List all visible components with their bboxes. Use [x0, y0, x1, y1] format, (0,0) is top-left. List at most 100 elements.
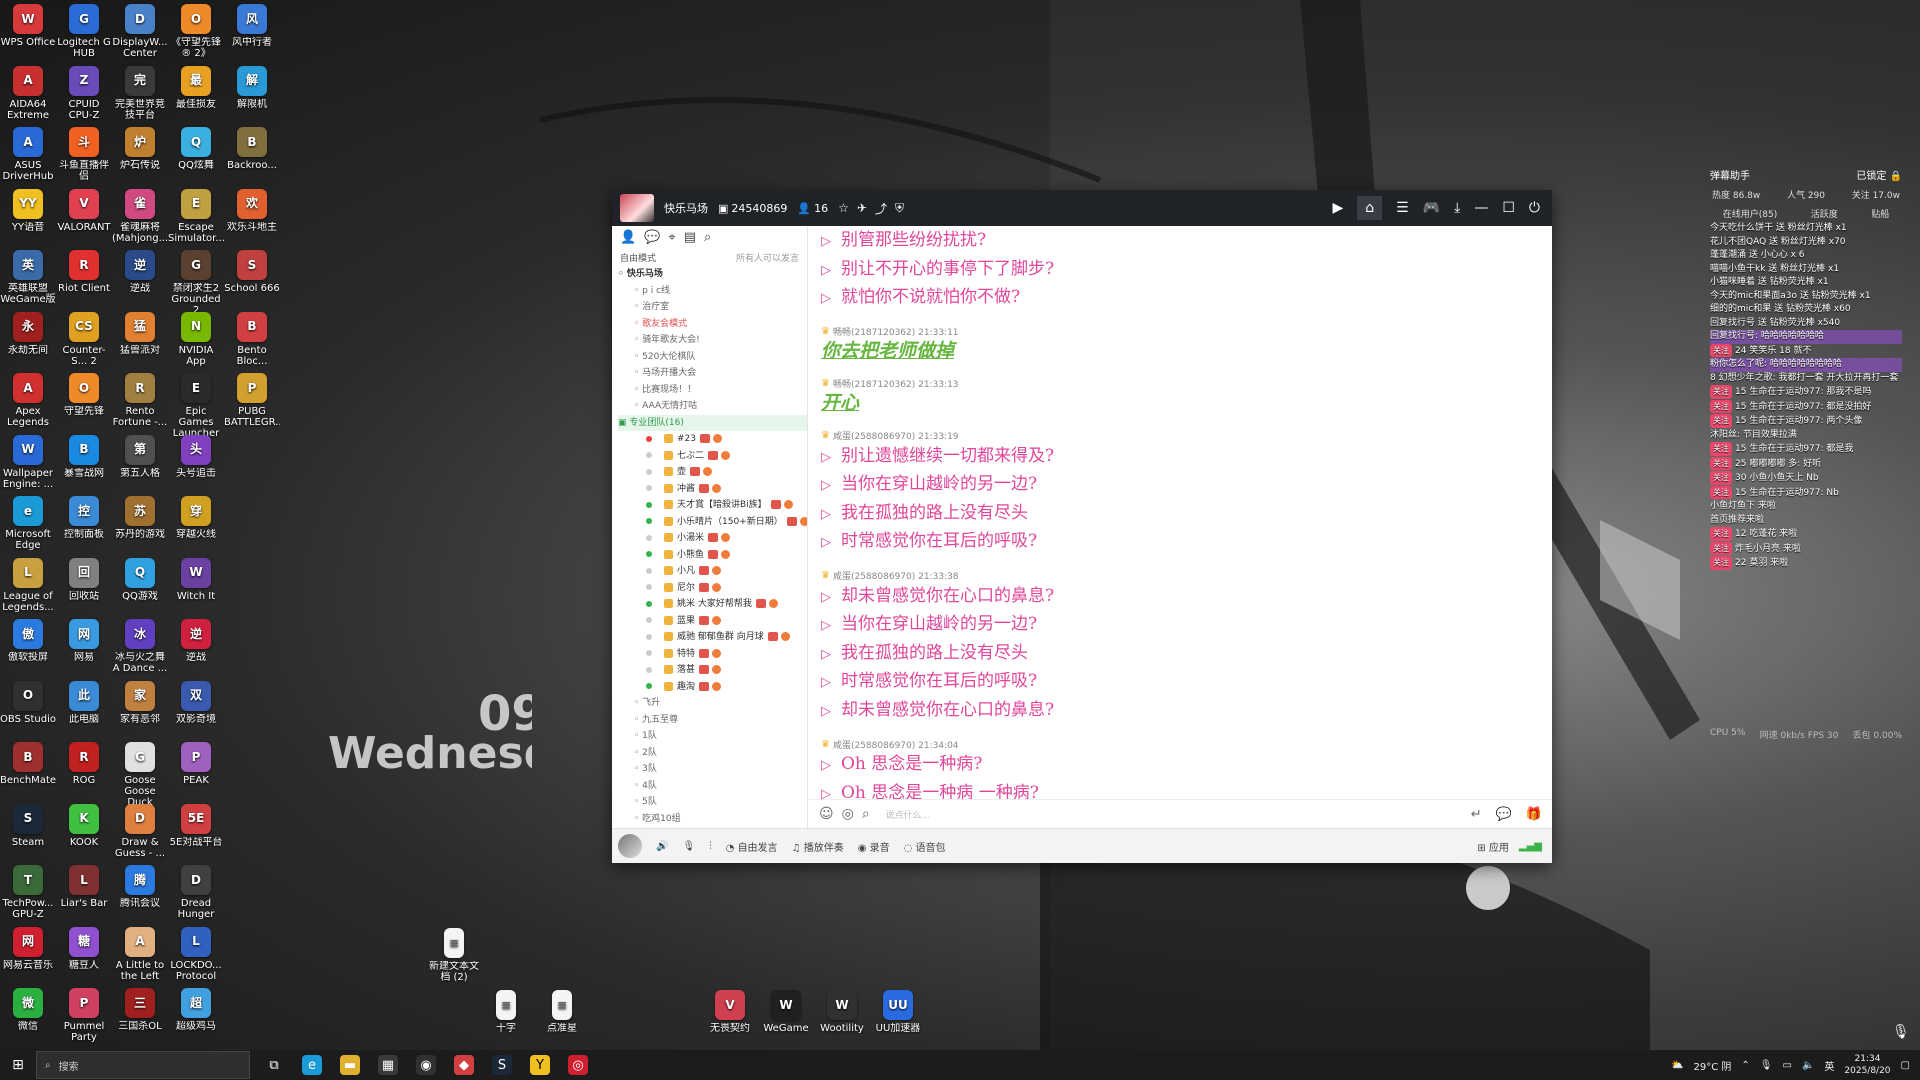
- bubble-icon[interactable]: 💬: [1496, 807, 1512, 822]
- desktop-icon[interactable]: B Backroo...: [224, 127, 280, 171]
- desktop-icon[interactable]: R Riot Client: [56, 250, 112, 294]
- desktop-icon[interactable]: 斗斗鱼直播伴侣: [56, 127, 112, 182]
- lock-button[interactable]: 已锁定 🔒: [1856, 167, 1902, 182]
- danmaku-item[interactable]: 蓬蓬潮涌 送 小心心 x 6: [1710, 249, 1902, 263]
- desktop-icon[interactable]: G Goose Goose Duck: [112, 742, 168, 808]
- channel-avatar[interactable]: [620, 194, 654, 222]
- desktop-icon[interactable]: W WeGame: [758, 990, 814, 1034]
- member-row[interactable]: 小湯米: [618, 530, 807, 547]
- play-music-button[interactable]: ♫ 播放伴奏: [792, 839, 844, 854]
- channel-row[interactable]: ◦ 5队: [618, 794, 807, 811]
- my-avatar[interactable]: [618, 834, 642, 858]
- danmaku-item[interactable]: 关注 12 吃蓬花 来啦: [1710, 527, 1902, 542]
- desktop-icon[interactable]: K KOOK: [56, 803, 112, 848]
- chevron-up-icon[interactable]: ⌃: [1741, 1060, 1749, 1071]
- channel-row[interactable]: ◦ 九五至尊: [618, 712, 807, 729]
- desktop-icon[interactable]: E Epic Games Launcher: [168, 373, 224, 439]
- download-icon[interactable]: ⤓: [1454, 200, 1460, 216]
- desktop-icon[interactable]: W WPS Office: [0, 4, 56, 48]
- danmaku-item[interactable]: 小鱼灯鱼下 来啦: [1710, 500, 1902, 514]
- yy-icon[interactable]: Y: [530, 1055, 550, 1075]
- game-app-icon[interactable]: ◆: [454, 1055, 474, 1075]
- danmaku-item[interactable]: 关注 15 生命在于运动977: 那我不是吗: [1710, 385, 1902, 400]
- edge-icon[interactable]: e: [302, 1055, 322, 1075]
- desktop-icon[interactable]: A ASUS DriverHub: [0, 127, 56, 182]
- speak-mode[interactable]: 自由模式: [620, 251, 656, 264]
- video-icon[interactable]: ▶: [1332, 200, 1343, 216]
- free-speak-button[interactable]: ◔ 自由发言: [726, 839, 778, 854]
- game-emoji-icon[interactable]: ◎: [842, 806, 854, 822]
- user-icon[interactable]: 👤: [620, 230, 636, 245]
- danmaku-item[interactable]: 喵喵小鱼干kk 送 粉丝灯光棒 x1: [1710, 263, 1902, 277]
- desktop-icon[interactable]: UU UU加速器: [870, 990, 926, 1034]
- desktop-icon[interactable]: 回回收站: [56, 557, 112, 602]
- desktop-icon[interactable]: O OBS Studio: [0, 680, 56, 725]
- danmaku-item[interactable]: 今天吃什么饼干 送 粉丝灯光棒 x1: [1710, 222, 1902, 236]
- note-icon[interactable]: ▤: [684, 230, 696, 245]
- mic-overlay-icon[interactable]: 🎙: [1892, 1024, 1910, 1040]
- weather-icon[interactable]: ⛅: [1671, 1060, 1683, 1071]
- desktop-icon[interactable]: 苏苏丹的游戏: [112, 496, 168, 540]
- search-icon[interactable]: ⌕: [704, 230, 711, 245]
- danmaku-item[interactable]: 关注 15 生命在于运动977: 都是我: [1710, 442, 1902, 457]
- desktop-icon[interactable]: T TechPow... GPU-Z: [0, 865, 56, 920]
- desktop-icon[interactable]: 此此电脑: [56, 680, 112, 725]
- member-row[interactable]: 落甚: [618, 662, 807, 679]
- desktop-icon[interactable]: 网网易: [56, 619, 112, 663]
- gamepad-icon[interactable]: 🎮: [1423, 200, 1440, 216]
- weather[interactable]: 29°C 阴: [1694, 1058, 1732, 1073]
- channel-row[interactable]: ◦ 歌友会模式: [618, 316, 807, 333]
- channel-row[interactable]: ◦ 快乐马场: [618, 266, 807, 283]
- channel-row[interactable]: ◦ 治疗室: [618, 299, 807, 316]
- power-icon[interactable]: ⏻: [1529, 200, 1540, 216]
- desktop-icon[interactable]: CS Counter-S... 2: [56, 311, 112, 367]
- danmaku-item[interactable]: 首页推荐来啦: [1710, 514, 1902, 528]
- member-row[interactable]: 尼尔: [618, 580, 807, 597]
- desktop-icon[interactable]: 解解限机: [224, 65, 280, 110]
- member-row[interactable]: #23: [618, 431, 807, 448]
- member-row[interactable]: 小乐晴片（150+新日期）: [618, 514, 807, 531]
- desktop-icon[interactable]: Q QQ炫舞: [168, 127, 224, 171]
- member-row[interactable]: 七ぶ二: [618, 448, 807, 465]
- desktop-icon[interactable]: W Witch It: [168, 557, 224, 602]
- danmaku-item[interactable]: 小猫咪睡着 送 钻粉荧光棒 x1: [1710, 276, 1902, 290]
- member-row[interactable]: 威驰 郁郁鱼群 向月球: [618, 629, 807, 646]
- windows-start-icon[interactable]: ⊞: [0, 1057, 36, 1073]
- emoji-icon[interactable]: ☺: [819, 806, 834, 822]
- member-row[interactable]: 特特: [618, 646, 807, 663]
- speaker-icon[interactable]: 🔊: [656, 841, 668, 852]
- home-icon[interactable]: ⌂: [1357, 196, 1383, 220]
- channel-row[interactable]: ◦ 520大伦棋队: [618, 349, 807, 366]
- desktop-icon[interactable]: A AIDA64 Extreme: [0, 65, 56, 121]
- message-sender[interactable]: 畅畅(2187120362) 21:33:13: [833, 377, 959, 390]
- voice-pack-button[interactable]: ◌ 语音包: [904, 839, 946, 854]
- list-icon[interactable]: ☰: [1396, 200, 1409, 216]
- danmaku-tab[interactable]: 贴船: [1871, 207, 1889, 220]
- danmaku-tab[interactable]: 活跃度: [1811, 207, 1838, 220]
- danmaku-item[interactable]: 今天的mic和果面a3o 送 钻粉荧光棒 x1: [1710, 290, 1902, 304]
- desktop-icon[interactable]: 最最佳损友: [168, 65, 224, 110]
- channel-row[interactable]: ◦ 1队: [618, 728, 807, 745]
- desktop-file[interactable]: ≡ 点准星: [534, 990, 590, 1034]
- danmaku-item[interactable]: 花儿不团QAQ 送 粉丝灯光棒 x70: [1710, 236, 1902, 250]
- desktop-icon[interactable]: 逆逆战: [112, 250, 168, 294]
- desktop-icon[interactable]: W Wallpaper Engine: ...: [0, 434, 56, 490]
- desktop-icon[interactable]: G 禁闭求生2 Grounded 2: [168, 250, 224, 316]
- volume-icon[interactable]: 🔈: [1802, 1060, 1814, 1071]
- desktop-icon[interactable]: Q QQ游戏: [112, 557, 168, 602]
- steam-icon[interactable]: S: [492, 1055, 512, 1075]
- mic-tray-icon[interactable]: 🎙: [1760, 1060, 1773, 1071]
- taskbar-clock[interactable]: 21:34 2025/8/20: [1844, 1053, 1890, 1077]
- member-row[interactable]: 趣淘: [618, 679, 807, 696]
- desktop-icon[interactable]: B 暴雪战网: [56, 434, 112, 479]
- danmaku-item[interactable]: 关注 30 小鱼小鱼天上 Nb: [1710, 471, 1902, 486]
- member-row[interactable]: 小凡: [618, 563, 807, 580]
- desktop-icon[interactable]: D Dread Hunger: [168, 865, 224, 920]
- danmaku-item[interactable]: 关注 22 莫羽 来啦: [1710, 556, 1902, 571]
- desktop-icon[interactable]: O 《守望先锋® 2》: [168, 4, 224, 59]
- desktop-icon[interactable]: L League of Legends...: [0, 557, 56, 613]
- magnify-icon[interactable]: ⌕: [862, 806, 870, 822]
- desktop-icon[interactable]: W Wootility: [814, 990, 870, 1034]
- danmaku-item[interactable]: 细的的mic和果 送 钻粉荧光棒 x60: [1710, 303, 1902, 317]
- channel-row[interactable]: ◦ 骑年歌友大会!: [618, 332, 807, 349]
